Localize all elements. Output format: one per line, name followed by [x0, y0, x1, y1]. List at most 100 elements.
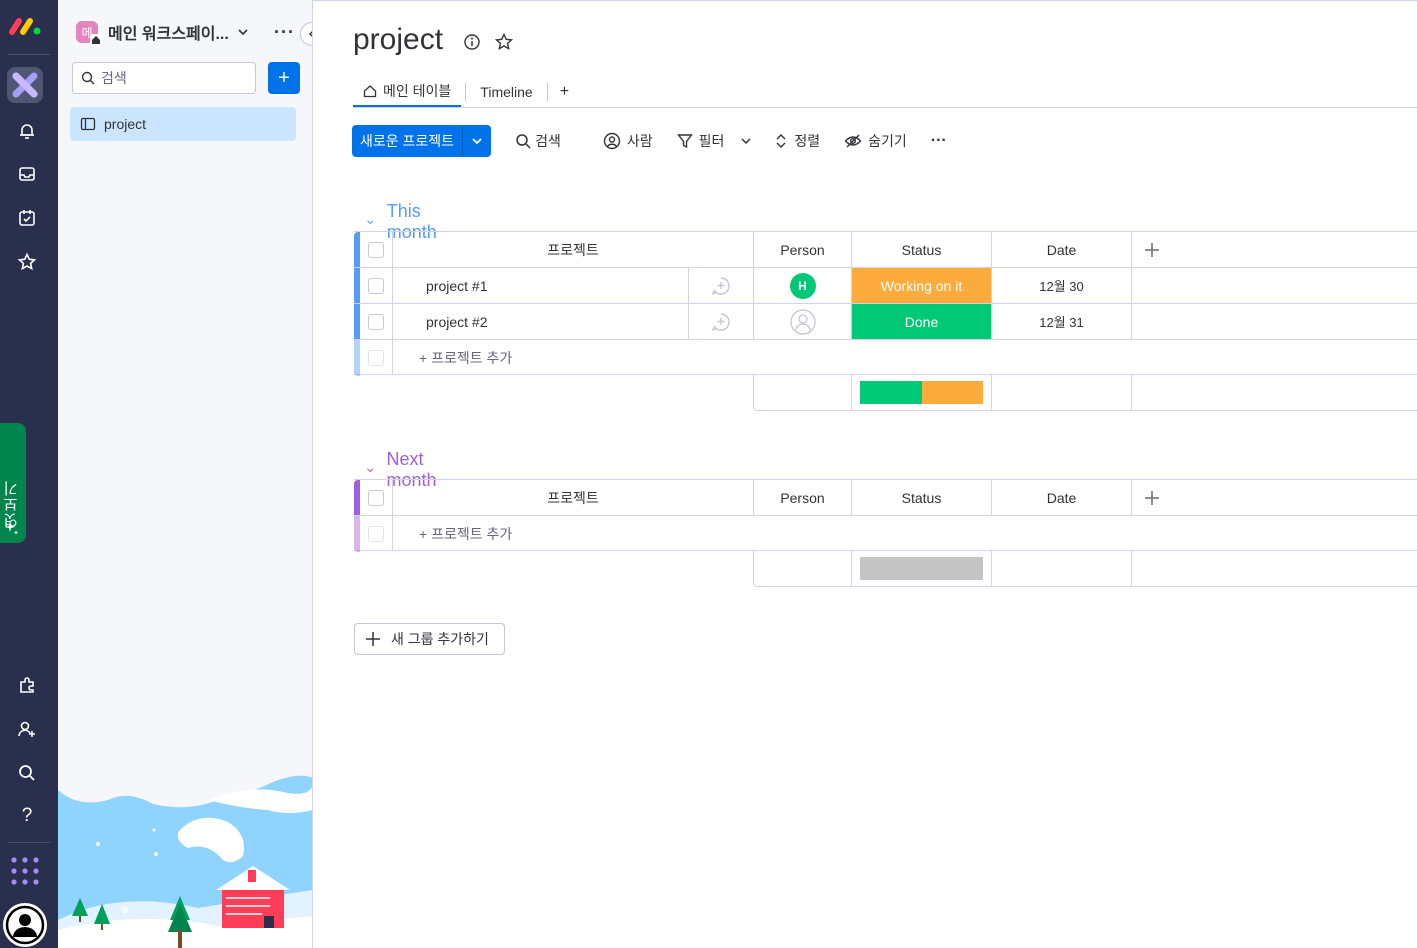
board-title[interactable]: project	[353, 23, 443, 57]
integrations-puzzle-icon[interactable]	[12, 670, 42, 700]
column-header-status[interactable]: Status	[852, 480, 992, 515]
date-cell[interactable]: 12월 31	[992, 304, 1132, 339]
add-column-button[interactable]	[1132, 480, 1172, 515]
status-cell[interactable]: Done	[852, 304, 992, 339]
more-actions-button[interactable]: ···	[931, 132, 947, 150]
new-item-dropdown-button[interactable]	[463, 125, 491, 157]
notifications-bell-icon[interactable]	[12, 116, 42, 146]
table-row[interactable]: project #2 Done 12월 31	[354, 303, 1417, 340]
workspace-selector[interactable]: 메 메인 워크스페이...	[76, 20, 249, 46]
person-circle-icon	[603, 132, 621, 150]
item-name-cell[interactable]: project #1	[393, 268, 689, 303]
favorite-star-icon[interactable]	[494, 32, 514, 52]
row-checkbox	[368, 349, 384, 366]
tab-label: Timeline	[480, 84, 533, 100]
date-summary-cell	[992, 375, 1132, 410]
group-summary-row	[753, 551, 1417, 587]
hide-columns-button[interactable]: 숨기기	[844, 131, 907, 151]
person-cell[interactable]	[754, 304, 852, 339]
person-cell[interactable]: H	[754, 268, 852, 303]
monday-logo-icon[interactable]	[8, 14, 42, 38]
inbox-icon[interactable]	[12, 159, 42, 189]
add-update-cell[interactable]	[689, 304, 754, 339]
add-item-row[interactable]: + 프로젝트 추가	[354, 515, 1417, 552]
board-main: project 메인 테이블 Timeline + 새로운 프로젝트 검색 사람…	[313, 0, 1417, 948]
favorites-star-icon[interactable]	[12, 247, 42, 277]
column-header-date[interactable]: Date	[992, 480, 1132, 515]
tab-divider	[465, 83, 467, 101]
help-question-icon[interactable]: ?	[12, 801, 42, 831]
add-item-row[interactable]: + 프로젝트 추가	[354, 339, 1417, 376]
plus-icon	[1145, 242, 1159, 257]
info-icon[interactable]	[463, 33, 481, 51]
new-item-split-button: 새로운 프로젝트	[352, 125, 492, 157]
search-icon[interactable]	[12, 758, 42, 788]
row-checkbox[interactable]	[368, 277, 384, 294]
table-row[interactable]: project #1 H Working on it 12월 30	[354, 267, 1417, 304]
rail-divider	[8, 54, 50, 55]
group-summary-row	[753, 375, 1417, 411]
item-name-cell[interactable]: project #2	[393, 304, 689, 339]
status-summary-cell[interactable]	[852, 375, 992, 410]
status-summary-cell[interactable]	[852, 551, 992, 586]
sort-button[interactable]: 정렬	[774, 131, 820, 151]
user-avatar-icon[interactable]	[3, 903, 47, 947]
status-cell[interactable]: Working on it	[852, 268, 992, 303]
tab-main-table[interactable]: 메인 테이블	[353, 77, 462, 107]
home-icon	[90, 34, 102, 46]
person-filter-button[interactable]: 사람	[603, 131, 653, 151]
invite-members-icon[interactable]	[12, 714, 42, 744]
workspace-name: 메인 워크스페이...	[108, 26, 229, 43]
chevron-down-icon[interactable]	[740, 135, 752, 147]
search-button[interactable]: 검색	[515, 131, 561, 151]
home-icon	[363, 85, 377, 98]
add-update-chat-icon	[711, 312, 730, 331]
add-group-button[interactable]: 새 그룹 추가하기	[354, 623, 505, 655]
add-view-button[interactable]: +	[552, 83, 577, 101]
sidebar-search-input[interactable]: 검색	[72, 62, 256, 94]
add-column-button[interactable]	[1132, 232, 1172, 267]
winter-cabin-illustration: ❄	[58, 770, 312, 948]
column-header-name[interactable]: 프로젝트	[393, 480, 754, 515]
tab-divider	[546, 83, 548, 101]
add-board-button[interactable]: +	[268, 62, 300, 94]
eye-hidden-icon	[844, 134, 862, 148]
add-group-label: 새 그룹 추가하기	[391, 631, 489, 647]
empty-cell	[1132, 304, 1417, 339]
column-header-date[interactable]: Date	[992, 232, 1132, 267]
apps-grid-icon[interactable]	[10, 856, 40, 886]
chevron-down-icon	[238, 29, 248, 36]
column-header-status[interactable]: Status	[852, 232, 992, 267]
column-header-person[interactable]: Person	[754, 480, 852, 515]
select-all-checkbox[interactable]	[368, 489, 384, 506]
new-item-button[interactable]: 새로운 프로젝트	[352, 125, 464, 157]
filter-label: 필터	[698, 133, 725, 149]
row-checkbox[interactable]	[368, 313, 384, 330]
column-header-person[interactable]: Person	[754, 232, 852, 267]
column-header-name[interactable]: 프로젝트	[393, 232, 754, 267]
sidebar-item-project[interactable]: project	[70, 107, 296, 141]
workmanagement-icon[interactable]	[7, 67, 43, 103]
filter-button[interactable]: 필터	[676, 131, 753, 151]
peek-side-tab[interactable]: 엿보기	[0, 423, 26, 543]
select-all-checkbox[interactable]	[368, 241, 384, 258]
search-label: 검색	[535, 133, 561, 149]
tab-label: 메인 테이블	[383, 83, 452, 99]
add-update-cell[interactable]	[689, 268, 754, 303]
chevron-down-icon	[472, 138, 482, 145]
status-segment	[921, 381, 983, 404]
collapse-sidebar-button[interactable]	[300, 22, 312, 46]
tab-timeline[interactable]: Timeline	[470, 77, 542, 107]
add-item-input[interactable]: + 프로젝트 추가	[393, 516, 693, 551]
person-summary-cell	[754, 551, 852, 586]
add-item-input[interactable]: + 프로젝트 추가	[393, 340, 693, 375]
left-rail: 엿보기 ?	[0, 0, 58, 948]
date-cell[interactable]: 12월 30	[992, 268, 1132, 303]
filter-funnel-icon	[676, 134, 693, 149]
chevron-down-icon[interactable]	[366, 463, 374, 477]
status-distribution-bar	[860, 557, 983, 580]
workspace-sidebar: 메 메인 워크스페이... ··· 검색 + project ❄	[58, 0, 313, 948]
workspace-more-icon[interactable]: ···	[274, 22, 295, 43]
chevron-down-icon[interactable]	[366, 215, 375, 229]
my-work-calendar-icon[interactable]	[12, 203, 42, 233]
